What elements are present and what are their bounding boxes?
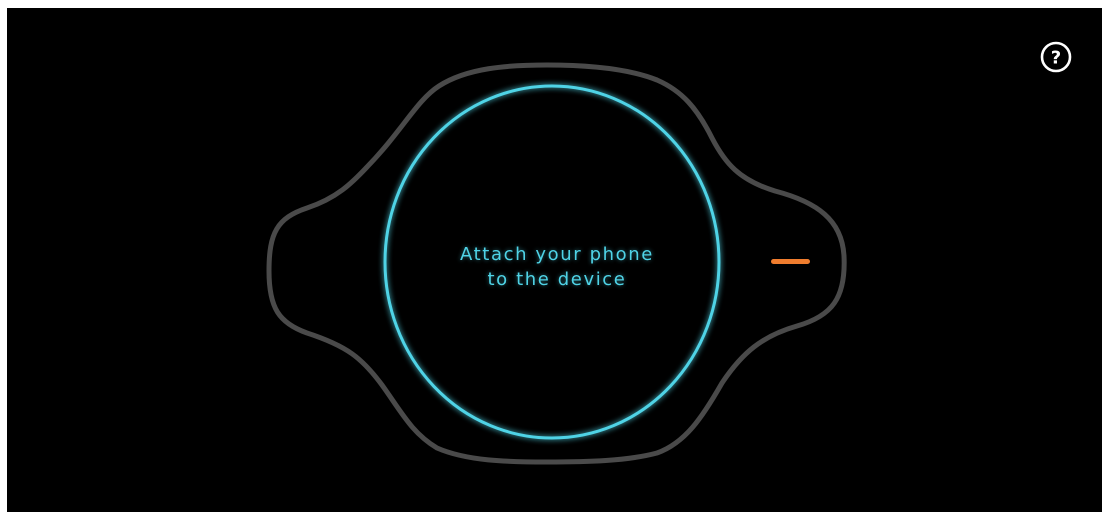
status-indicator-bar [771,259,810,264]
question-circle-icon: ? [1040,41,1072,73]
instruction-line-1: Attach your phone [460,244,654,265]
help-button[interactable]: ? [1040,41,1072,73]
help-glyph: ? [1051,48,1061,69]
attach-instruction: Attach your phone to the device [357,242,757,292]
attach-device-screen: ? Attach your phone to the device [7,8,1102,512]
instruction-line-2: to the device [487,269,627,290]
